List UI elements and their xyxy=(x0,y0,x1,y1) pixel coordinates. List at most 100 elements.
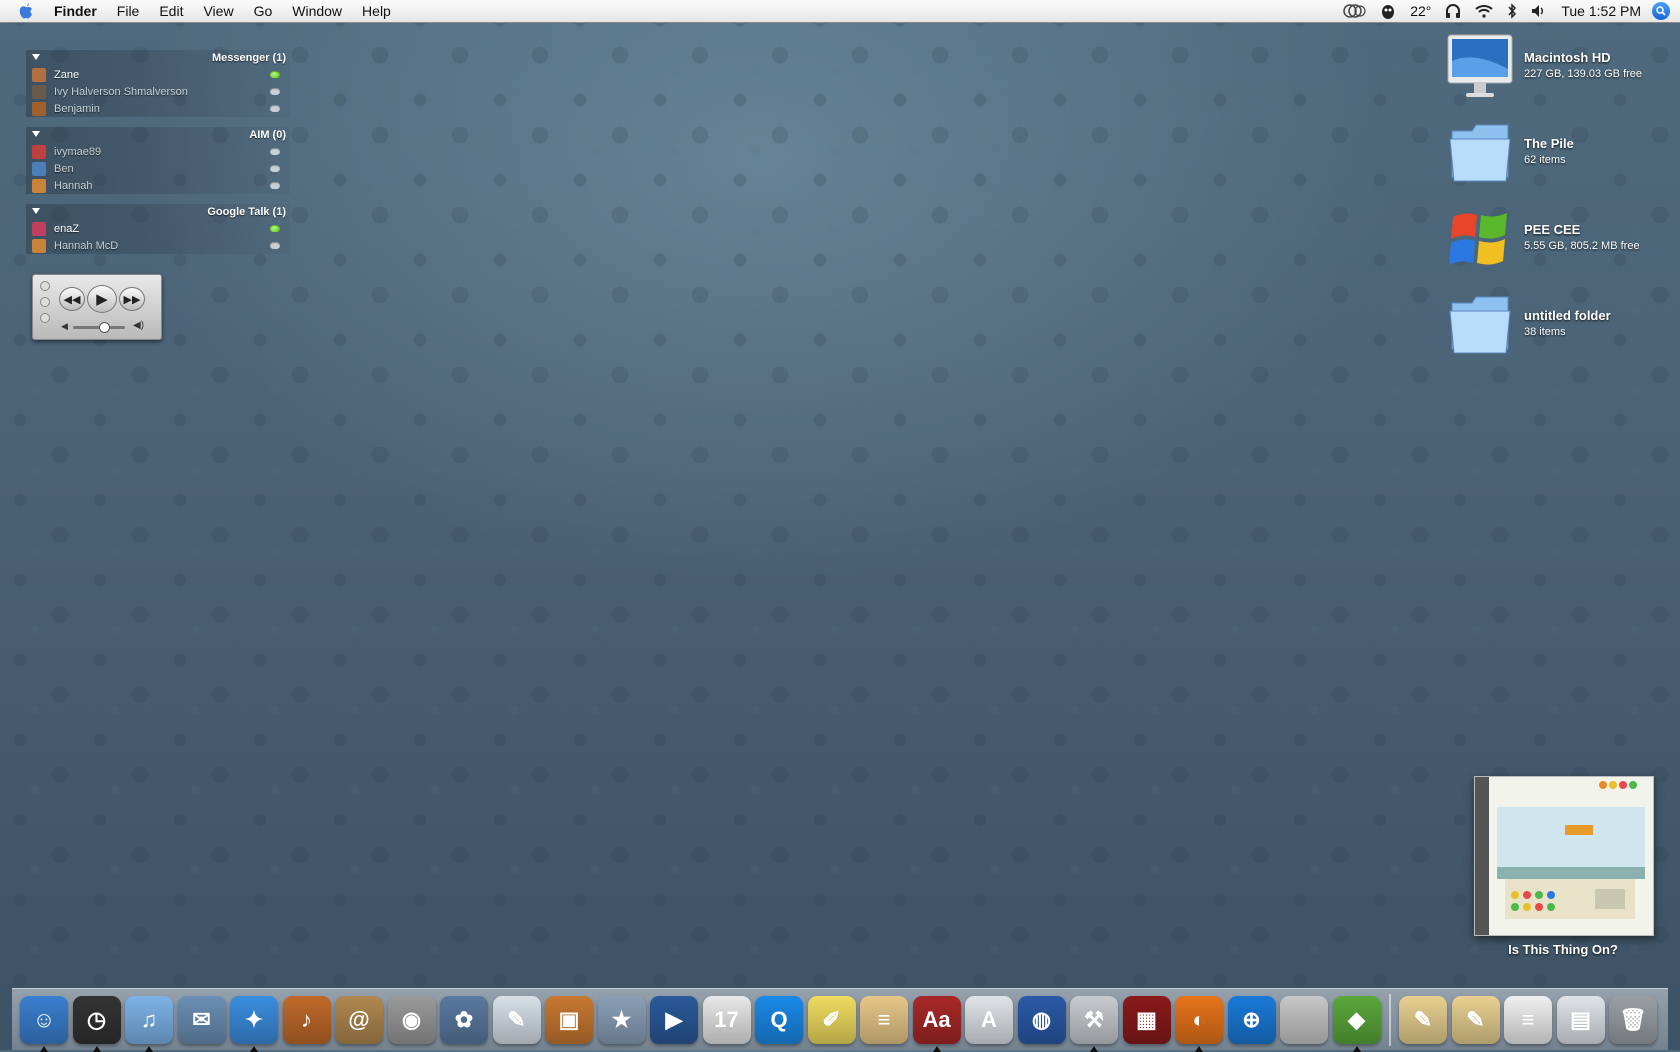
buddy-row[interactable]: Benjamin xyxy=(26,100,290,117)
dictionary-icon[interactable]: Aa xyxy=(912,995,961,1052)
minimize-window-button[interactable] xyxy=(40,297,50,307)
buddy-row[interactable]: Zane xyxy=(26,66,290,83)
safari-icon[interactable]: ✦ xyxy=(230,995,278,1052)
finder-icon[interactable]: ☺ xyxy=(20,995,68,1052)
firefox-icon[interactable]: ◐ xyxy=(1175,995,1223,1052)
close-window-button[interactable] xyxy=(40,281,50,291)
menu-go[interactable]: Go xyxy=(244,0,283,22)
disclosure-triangle-icon[interactable] xyxy=(32,131,40,137)
desktop-icon-pee-cee[interactable]: PEE CEE 5.55 GB, 805.2 MB free xyxy=(1444,202,1674,274)
running-indicator xyxy=(1352,1045,1361,1052)
spotlight-search-icon[interactable] xyxy=(1652,2,1670,20)
disclosure-triangle-icon[interactable] xyxy=(32,208,40,214)
time-machine-icon[interactable] xyxy=(1335,0,1373,22)
buddy-name: Hannah xyxy=(54,179,93,192)
group-title: AIM (0) xyxy=(249,129,286,141)
notepad-icon[interactable]: ≡ xyxy=(860,995,908,1044)
menu-help[interactable]: Help xyxy=(352,0,401,22)
buddy-row[interactable]: Ben xyxy=(26,160,290,177)
status-indicator-offline xyxy=(270,88,280,95)
buddy-avatar xyxy=(32,84,46,99)
weather-temperature[interactable]: 22° xyxy=(1403,0,1438,22)
ical-icon[interactable]: 17 xyxy=(702,995,751,1044)
apple-logo-icon xyxy=(19,3,32,19)
menu-clock[interactable]: Tue 1:52 PM xyxy=(1554,0,1648,22)
notes-stack-icon[interactable]: ✎ xyxy=(1451,995,1500,1044)
running-indicator xyxy=(92,1045,101,1052)
group-header[interactable]: Google Talk (1) xyxy=(26,204,290,220)
buddy-avatar xyxy=(32,178,46,193)
volume-slider-knob[interactable] xyxy=(99,322,111,333)
play-button[interactable]: ▶ xyxy=(87,285,117,313)
buddy-row[interactable]: ivymae89 xyxy=(26,143,290,160)
volume-low-icon: ◀ xyxy=(61,321,68,331)
preview-icon[interactable]: ▣ xyxy=(545,995,593,1044)
menu-view[interactable]: View xyxy=(193,0,243,22)
itunes-icon[interactable]: ♫ xyxy=(125,995,173,1052)
garageband-icon[interactable]: ♪ xyxy=(282,995,331,1044)
headphones-icon[interactable] xyxy=(1438,0,1468,22)
buddy-name: Ivy Halverson Shmalverson xyxy=(54,85,188,98)
buddy-name: enaZ xyxy=(54,222,80,235)
adium-status-icon[interactable] xyxy=(1373,0,1403,22)
dashboard-icon[interactable]: ◷ xyxy=(72,995,121,1052)
menu-app-finder[interactable]: Finder xyxy=(40,0,107,22)
icon-title: untitled folder xyxy=(1524,308,1611,323)
buddy-row[interactable]: Ivy Halverson Shmalverson xyxy=(26,83,290,100)
network-icon[interactable]: ⊕ xyxy=(1227,995,1276,1044)
mail-icon[interactable]: ✉ xyxy=(177,995,226,1044)
trash-icon[interactable]: 🗑 xyxy=(1609,995,1657,1044)
wifi-icon[interactable] xyxy=(1468,0,1500,22)
camera-icon[interactable]: ◉ xyxy=(387,995,436,1044)
icon-title: The Pile xyxy=(1524,136,1574,151)
menu-window[interactable]: Window xyxy=(282,0,352,22)
web-document-icon[interactable]: ▤ xyxy=(1556,995,1605,1044)
running-indicator xyxy=(932,1045,941,1052)
folder-icon xyxy=(1444,288,1516,360)
previous-track-button[interactable]: ◀◀ xyxy=(59,287,85,311)
bluetooth-icon[interactable] xyxy=(1500,0,1524,22)
running-indicator xyxy=(1195,1045,1203,1052)
album-artwork[interactable] xyxy=(1474,776,1654,936)
buddy-row[interactable]: enaZ xyxy=(26,220,290,237)
textedit-icon[interactable]: A xyxy=(965,995,1013,1044)
document-stack-icon[interactable]: ✎ xyxy=(1399,995,1447,1044)
xcode-icon[interactable]: ⚒ xyxy=(1070,995,1118,1052)
apple-menu[interactable] xyxy=(12,2,40,20)
itunes-mini-controller: ◀◀ ▶ ▶▶ ◀ ◀) xyxy=(32,274,162,340)
status-indicator-offline xyxy=(270,148,280,155)
address-book-icon[interactable]: @ xyxy=(335,995,383,1044)
buddy-name: Hannah McD xyxy=(54,239,119,252)
icon-subtitle: 5.55 GB, 805.2 MB free xyxy=(1524,240,1640,252)
group-title: Google Talk (1) xyxy=(207,206,286,218)
disclosure-triangle-icon[interactable] xyxy=(32,54,40,60)
folder-icon xyxy=(1444,116,1516,188)
next-track-button[interactable]: ▶▶ xyxy=(119,287,145,311)
boot-camp-icon[interactable] xyxy=(1280,995,1328,1044)
dock: ☺ ◷ ♫ ✉ ✦ ♪ @ ◉ ✿ ✎ ▣ ★ ▶ 17 Q ✐ ≡ Aa A ◍ ⚒ ▦ ◐ ⊕ ◆ ✎ ✎ ≡ ▤ 🗑 xyxy=(12,988,1668,1052)
iphoto-icon[interactable]: ✿ xyxy=(440,995,488,1044)
desktop-icon-untitled-folder[interactable]: untitled folder 38 items xyxy=(1444,288,1674,360)
imovie-icon[interactable]: ★ xyxy=(597,995,646,1044)
clapper-icon[interactable]: ▶ xyxy=(650,995,698,1044)
quicktime-icon[interactable]: Q xyxy=(755,995,803,1044)
google-earth-icon[interactable]: ◍ xyxy=(1017,995,1066,1044)
adium-icon[interactable]: ◆ xyxy=(1332,995,1381,1052)
desktop-icon-macintosh-hd[interactable]: Macintosh HD 227 GB, 139.03 GB free xyxy=(1444,30,1674,102)
group-header[interactable]: AIM (0) xyxy=(26,127,290,143)
menu-edit[interactable]: Edit xyxy=(149,0,193,22)
buddy-row[interactable]: Hannah McD xyxy=(26,237,290,254)
group-header[interactable]: Messenger (1) xyxy=(26,50,290,66)
stickies-icon[interactable]: ✐ xyxy=(807,995,856,1044)
group-title: Messenger (1) xyxy=(212,52,286,64)
volume-icon[interactable] xyxy=(1524,0,1554,22)
buddy-row[interactable]: Hannah xyxy=(26,177,290,194)
zoom-window-button[interactable] xyxy=(40,313,50,323)
status-indicator-offline xyxy=(270,242,280,249)
front-row-icon[interactable]: ▦ xyxy=(1122,995,1171,1044)
menu-file[interactable]: File xyxy=(107,0,150,22)
pages-icon[interactable]: ✎ xyxy=(492,995,541,1044)
running-indicator xyxy=(250,1045,258,1052)
desktop-icon-the-pile[interactable]: The Pile 62 items xyxy=(1444,116,1674,188)
text-document-icon[interactable]: ≡ xyxy=(1504,995,1552,1044)
